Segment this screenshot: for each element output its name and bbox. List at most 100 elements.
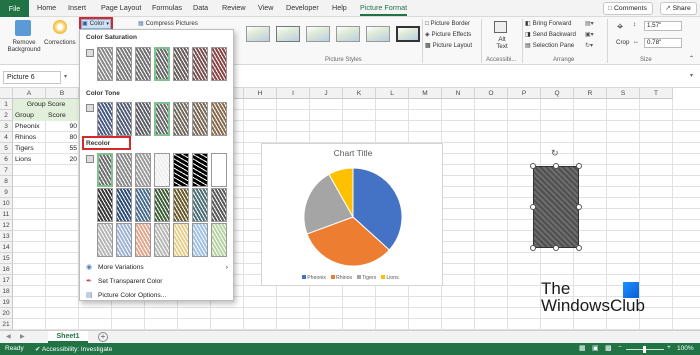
column-header[interactable]: H	[244, 88, 277, 99]
column-header[interactable]: J	[310, 88, 343, 99]
picture-style-3[interactable]	[306, 26, 330, 42]
row-header[interactable]: 12	[0, 220, 13, 231]
selected-picture[interactable]	[533, 166, 579, 248]
chevron-down-icon[interactable]: ▾	[64, 73, 67, 80]
tab-file[interactable]: File	[0, 0, 29, 17]
zoom-slider-thumb[interactable]	[643, 346, 646, 353]
color-swatch[interactable]	[116, 102, 132, 136]
recolor-swatch[interactable]	[154, 223, 170, 257]
recolor-swatch[interactable]	[211, 153, 227, 187]
color-swatch[interactable]	[192, 102, 208, 136]
resize-handle[interactable]	[530, 163, 536, 169]
column-header[interactable]: S	[607, 88, 640, 99]
column-header[interactable]: I	[277, 88, 310, 99]
resize-handle[interactable]	[576, 245, 582, 251]
tab-picture-format[interactable]: Picture Format	[360, 3, 408, 16]
picture-style-1[interactable]	[246, 26, 270, 42]
tab-insert[interactable]: Insert	[68, 3, 86, 12]
legend-entry[interactable]: Tigers	[357, 275, 376, 281]
color-swatch[interactable]	[135, 102, 151, 136]
collapse-ribbon-icon[interactable]: ⌃	[689, 55, 694, 62]
cell-score[interactable]: 55	[46, 143, 79, 154]
row-header[interactable]: 2	[0, 110, 13, 121]
row-header[interactable]: 5	[0, 143, 13, 154]
row-header[interactable]: 16	[0, 264, 13, 275]
legend-entry[interactable]: Rhinos	[330, 275, 352, 281]
recolor-swatch[interactable]	[173, 223, 189, 257]
row-header[interactable]: 14	[0, 242, 13, 253]
crop-button[interactable]: Crop	[616, 39, 629, 46]
recolor-swatch[interactable]	[116, 188, 132, 222]
selection-pane-button[interactable]: ▤ Selection Pane	[525, 42, 574, 49]
column-header[interactable]: R	[574, 88, 607, 99]
rotate-handle-icon[interactable]: ↻	[551, 148, 559, 159]
pie-chart[interactable]: Chart Title Pheonix Rhinos Tigers Lions	[261, 143, 443, 286]
row-header[interactable]: 6	[0, 154, 13, 165]
row-header[interactable]: 10	[0, 198, 13, 209]
color-swatch[interactable]	[173, 102, 189, 136]
row-header[interactable]: 1	[0, 99, 13, 110]
row-header[interactable]: 19	[0, 297, 13, 308]
recolor-swatch[interactable]	[97, 223, 113, 257]
recolor-swatch[interactable]	[135, 188, 151, 222]
column-header[interactable]: A	[13, 88, 46, 99]
name-box[interactable]: Picture 6	[3, 71, 61, 84]
tab-home[interactable]: Home	[37, 3, 56, 12]
row-header[interactable]: 21	[0, 319, 13, 330]
column-header[interactable]: P	[508, 88, 541, 99]
expand-formula-icon[interactable]: ▾	[690, 72, 693, 79]
width-field[interactable]: 0.78"	[644, 38, 682, 48]
cell-score[interactable]: 80	[46, 132, 79, 143]
column-header[interactable]: L	[376, 88, 409, 99]
row-header[interactable]: 17	[0, 275, 13, 286]
corrections-button[interactable]: Corrections	[44, 39, 76, 46]
recolor-swatch[interactable]	[116, 153, 132, 187]
recolor-swatch[interactable]	[211, 223, 227, 257]
page-break-view-icon[interactable]: ▩	[605, 344, 612, 352]
share-button[interactable]: ↗ Share	[660, 2, 697, 15]
row-header[interactable]: 11	[0, 209, 13, 220]
color-swatch[interactable]	[154, 47, 170, 81]
tab-view[interactable]: View	[258, 3, 273, 12]
picture-style-5[interactable]	[366, 26, 390, 42]
color-swatch[interactable]	[192, 47, 208, 81]
zoom-in-icon[interactable]: +	[667, 344, 671, 351]
picture-border-button[interactable]: □ Picture Border	[425, 20, 470, 27]
tab-developer[interactable]: Developer	[286, 3, 319, 12]
recolor-swatch[interactable]	[154, 153, 170, 187]
cell-header-score[interactable]: Score	[46, 110, 79, 121]
zoom-level[interactable]: 100%	[677, 345, 694, 352]
recolor-swatch[interactable]	[97, 188, 113, 222]
picture-color-options-item[interactable]: Picture Color Options...	[80, 290, 233, 302]
picture-style-6[interactable]	[396, 26, 420, 42]
alt-text-button[interactable]: Alt Text	[494, 36, 510, 50]
recolor-swatch[interactable]	[173, 188, 189, 222]
cell-group[interactable]: Pheonix	[13, 121, 46, 132]
set-transparent-color-item[interactable]: Set Transparent Color	[80, 276, 233, 288]
tab-data[interactable]: Data	[193, 3, 208, 12]
column-header[interactable]: N	[442, 88, 475, 99]
send-backward-button[interactable]: ◨ Send Backward	[525, 31, 576, 38]
legend-entry[interactable]: Lions	[381, 275, 399, 281]
column-header[interactable]: O	[475, 88, 508, 99]
compress-pictures-button[interactable]: ▦ Compress Pictures	[138, 20, 198, 27]
resize-handle[interactable]	[576, 163, 582, 169]
color-swatch[interactable]	[97, 47, 113, 81]
column-header[interactable]: K	[343, 88, 376, 99]
recolor-swatch[interactable]	[173, 153, 189, 187]
resize-handle[interactable]	[576, 204, 582, 210]
page-layout-view-icon[interactable]: ▣	[592, 344, 599, 352]
row-header[interactable]: 3	[0, 121, 13, 132]
resize-handle[interactable]	[530, 245, 536, 251]
picture-style-4[interactable]	[336, 26, 360, 42]
column-header[interactable]: B	[46, 88, 79, 99]
row-header[interactable]: 8	[0, 176, 13, 187]
select-all[interactable]	[0, 88, 13, 99]
cell-header-group[interactable]: Group	[13, 110, 46, 121]
resize-handle[interactable]	[553, 245, 559, 251]
add-sheet-icon[interactable]: +	[98, 332, 108, 342]
picture-layout-button[interactable]: ▩ Picture Layout	[425, 42, 472, 49]
scroll-right-icon[interactable]: ▶	[20, 333, 25, 340]
recolor-swatch[interactable]	[154, 188, 170, 222]
rotate-icon[interactable]: ↻▾	[585, 42, 593, 49]
